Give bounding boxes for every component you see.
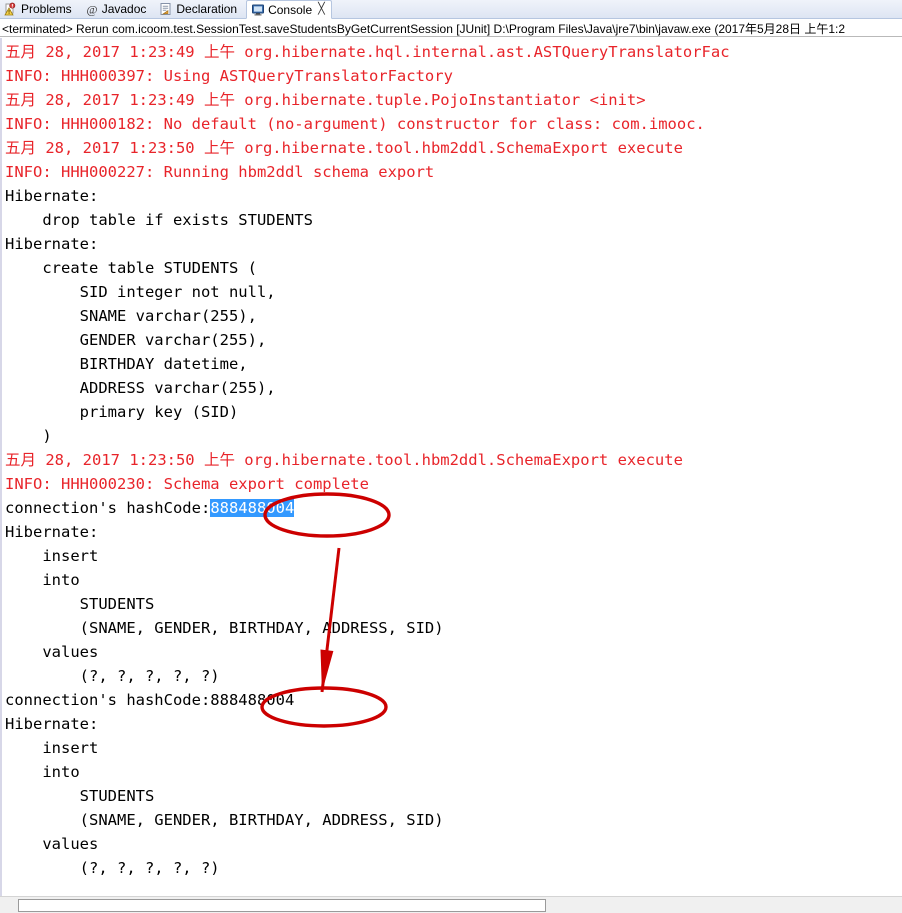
tab-javadoc-label: Javadoc — [101, 2, 147, 16]
console-line: insert — [5, 547, 108, 565]
close-icon[interactable]: ╳ — [318, 4, 325, 15]
console-line: Hibernate: — [5, 235, 108, 253]
javadoc-at-icon: @ — [85, 2, 99, 17]
declaration-icon — [159, 2, 173, 16]
svg-text:@: @ — [86, 3, 97, 17]
console-line: ADDRESS varchar(255), — [5, 379, 276, 397]
console-line: INFO: HHH000227: Running hbm2ddl schema … — [5, 163, 435, 181]
console-line: INFO: HHH000397: Using ASTQueryTranslato… — [5, 67, 453, 85]
tab-javadoc[interactable]: @ Javadoc — [81, 0, 156, 18]
console-line: (SNAME, GENDER, BIRTHDAY, ADDRESS, SID) — [5, 619, 444, 637]
console-line: drop table if exists STUDENTS — [5, 211, 313, 229]
console-output-area[interactable]: 五月 28, 2017 1:23:49 上午 org.hibernate.hql… — [0, 38, 902, 896]
console-line: (?, ?, ?, ?, ?) — [5, 859, 220, 877]
console-line: create table STUDENTS ( — [5, 259, 257, 277]
horizontal-scrollbar[interactable] — [0, 896, 902, 913]
console-line: Hibernate: — [5, 715, 108, 733]
tab-console-label: Console — [268, 2, 313, 17]
console-line: BIRTHDAY datetime, — [5, 355, 248, 373]
console-line: SNAME varchar(255), — [5, 307, 257, 325]
view-tab-bar: Problems @ Javadoc Declaration Console ╳ — [0, 0, 902, 19]
console-line: primary key (SID) — [5, 403, 239, 421]
launch-configuration-line: <terminated> Rerun com.icoom.test.Sessio… — [0, 19, 902, 37]
console-icon — [251, 3, 265, 17]
horizontal-scrollbar-thumb[interactable] — [18, 899, 546, 912]
tab-declaration[interactable]: Declaration — [155, 0, 246, 18]
console-line: 五月 28, 2017 1:23:50 上午 org.hibernate.too… — [5, 139, 683, 157]
console-line: ) — [5, 427, 52, 445]
console-line: 五月 28, 2017 1:23:49 上午 org.hibernate.hql… — [5, 43, 730, 61]
console-line: 五月 28, 2017 1:23:49 上午 org.hibernate.tup… — [5, 91, 646, 109]
console-line: (SNAME, GENDER, BIRTHDAY, ADDRESS, SID) — [5, 811, 444, 829]
console-line: Hibernate: — [5, 187, 108, 205]
console-line: into — [5, 571, 80, 589]
console-line: connection's hashCode:888488004 — [5, 499, 295, 517]
tab-declaration-label: Declaration — [176, 2, 238, 16]
console-line: values — [5, 835, 99, 853]
console-line: GENDER varchar(255), — [5, 331, 267, 349]
console-line: STUDENTS — [5, 787, 155, 805]
console-line: connection's hashCode:888488004 — [5, 691, 295, 709]
console-line: (?, ?, ?, ?, ?) — [5, 667, 220, 685]
problems-icon — [4, 2, 18, 16]
tab-problems[interactable]: Problems — [0, 0, 81, 18]
console-line: Hibernate: — [5, 523, 108, 541]
tab-problems-label: Problems — [21, 2, 72, 16]
console-line: INFO: HHH000182: No default (no-argument… — [5, 115, 705, 133]
console-line: 五月 28, 2017 1:23:50 上午 org.hibernate.too… — [5, 451, 683, 469]
console-line-list: 五月 28, 2017 1:23:49 上午 org.hibernate.hql… — [5, 40, 902, 880]
console-line: insert — [5, 739, 108, 757]
console-line: INFO: HHH000230: Schema export complete — [5, 475, 369, 493]
console-line: into — [5, 763, 80, 781]
tab-console[interactable]: Console ╳ — [246, 0, 332, 19]
console-line: STUDENTS — [5, 595, 155, 613]
console-line: SID integer not null, — [5, 283, 276, 301]
selected-hashcode-text[interactable]: 888488004 — [210, 499, 295, 517]
console-line: values — [5, 643, 99, 661]
